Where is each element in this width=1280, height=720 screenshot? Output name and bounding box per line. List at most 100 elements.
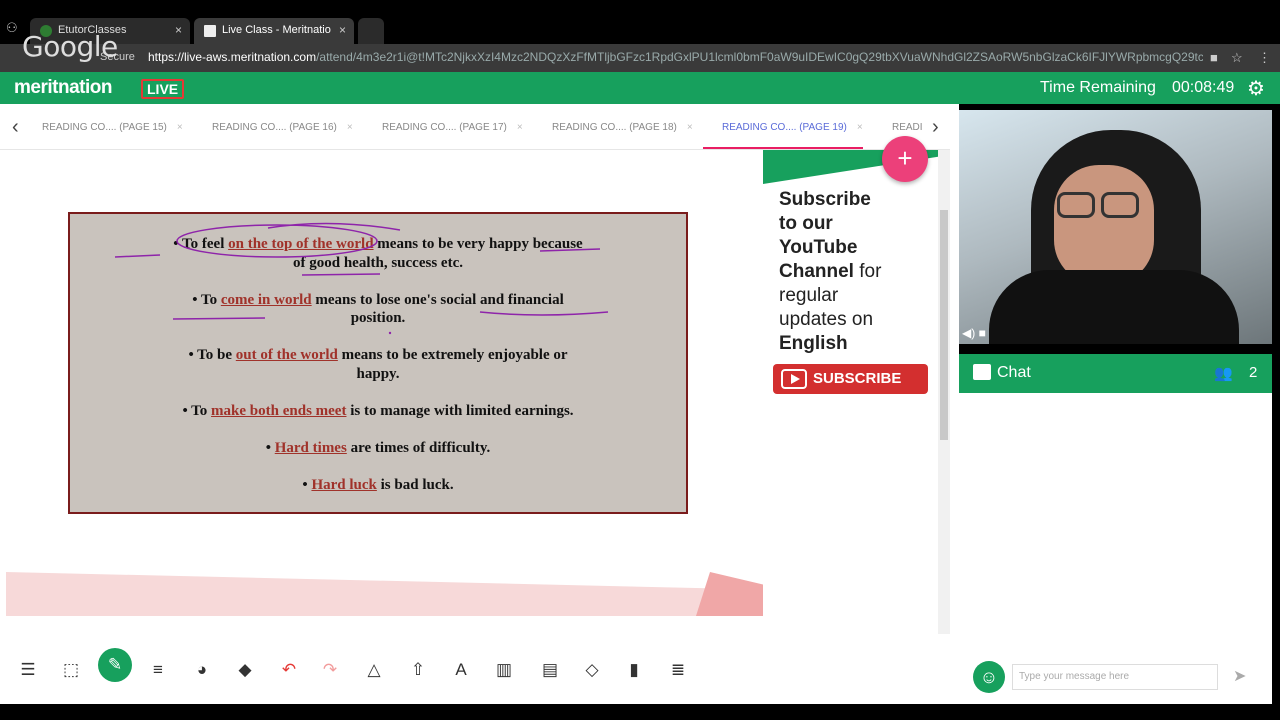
page-tab-19[interactable]: READING CO.... (PAGE 19) ×	[722, 122, 863, 133]
send-icon[interactable]: ➤	[1233, 666, 1246, 686]
panel-divider	[950, 104, 959, 704]
shapes-icon[interactable]: △	[362, 658, 386, 682]
speaker-icon[interactable]: ◀)	[962, 326, 975, 340]
active-tab-indicator	[703, 147, 863, 149]
page-tab-label: READING CO.... (PAGE 18)	[552, 122, 677, 133]
page-tab-label: READII	[892, 122, 922, 133]
subscribe-button[interactable]: SUBSCRIBE	[773, 364, 928, 394]
promo-line: updates on	[779, 309, 874, 330]
browser-tab-title: Live Class - Meritnatio	[222, 24, 331, 36]
undo-icon[interactable]: ↶	[277, 658, 301, 682]
menu-icon[interactable]: ≣	[666, 658, 690, 682]
close-icon[interactable]: ×	[175, 23, 182, 37]
emoji-button[interactable]: ☺	[973, 661, 1005, 693]
close-icon[interactable]: ×	[177, 122, 183, 133]
close-icon[interactable]: ×	[687, 122, 693, 133]
page-tab-label: READING CO.... (PAGE 17)	[382, 122, 507, 133]
page-tab-15[interactable]: READING CO.... (PAGE 15) ×	[42, 122, 183, 133]
video-figure-body	[989, 270, 1239, 344]
browser-tab-strip: ⚇ EtutorClasses × Live Class - Meritnati…	[0, 0, 1280, 44]
pen-annotations	[114, 222, 609, 335]
chat-header: Chat 👥 2	[959, 354, 1272, 393]
video-controls: ◀) ■	[962, 326, 986, 340]
video-camera-icon[interactable]: ■	[979, 326, 986, 340]
new-tab-button[interactable]	[358, 18, 384, 44]
page-tab-label: READING CO.... (PAGE 15)	[42, 122, 167, 133]
page-tab-17[interactable]: READING CO.... (PAGE 17) ×	[382, 122, 523, 133]
promo-text: Subscribe to our YouTube Channel for reg…	[779, 188, 929, 356]
close-icon[interactable]: ×	[339, 23, 346, 37]
url-host: https://live-aws.meritnation.com	[148, 50, 317, 64]
browser-tab-live-class[interactable]: Live Class - Meritnatio ×	[194, 18, 354, 44]
chat-messages-area	[959, 393, 1272, 704]
video-figure-face	[1054, 165, 1154, 285]
youtube-promo-panel: Subscribe to our YouTube Channel for reg…	[763, 150, 938, 620]
chevron-right-icon[interactable]: ›	[932, 116, 939, 139]
time-remaining-value: 00:08:49	[1172, 79, 1235, 96]
video-figure-glasses	[1101, 192, 1139, 218]
lines-icon[interactable]: ≡	[146, 658, 170, 682]
slide-footer-decoration	[6, 572, 766, 616]
add-page-button[interactable]: +	[882, 136, 928, 182]
whiteboard-panel: ‹ READING CO.... (PAGE 15) × READING CO..…	[0, 104, 950, 704]
camera-blocked-icon[interactable]: ■	[1210, 50, 1218, 65]
window-bottom-edge	[0, 704, 1280, 720]
eraser-icon[interactable]: ◇	[580, 658, 604, 682]
bookmark-star-icon[interactable]: ☆	[1231, 50, 1243, 66]
video-figure-glasses	[1057, 192, 1095, 218]
delete-icon[interactable]: ▮	[622, 658, 646, 682]
promo-line: Subscribe	[779, 189, 871, 210]
app-header: meritnation LIVE Time Remaining 00:08:49…	[0, 72, 1280, 104]
page-tabs-bar: ‹ READING CO.... (PAGE 15) × READING CO..…	[0, 104, 950, 150]
chart-icon[interactable]: ▥	[492, 658, 516, 682]
promo-line: Channel	[779, 261, 854, 282]
palette-icon[interactable]: ◕	[190, 658, 214, 682]
drawing-toolbar: ☰ ⬚ ✎ ≡ ◕ ◆ ↶ ↷ △ ⇧ A ▥ ▤ ◇ ▮ ≣	[0, 634, 950, 704]
upload-icon[interactable]: ⇧	[406, 658, 430, 682]
text-icon[interactable]: A	[449, 658, 473, 682]
participants-count: 2	[1249, 364, 1258, 381]
slide-footer-accent	[696, 572, 766, 616]
browser-menu-icon[interactable]: ⋮	[1258, 50, 1271, 66]
pen-icon[interactable]: ✎	[98, 648, 132, 682]
chat-title: Chat	[997, 364, 1031, 381]
select-icon[interactable]: ⬚	[59, 658, 83, 682]
page-favicon-icon	[204, 25, 216, 37]
incognito-icon: ⚇	[6, 20, 18, 35]
chevron-left-icon[interactable]: ‹	[12, 116, 19, 139]
page-tab-label: READING CO.... (PAGE 16)	[212, 122, 337, 133]
live-badge: LIVE	[141, 79, 185, 99]
address-bar[interactable]: https://live-aws.meritnation.com/attend/…	[148, 50, 1203, 64]
board-scrollbar[interactable]	[938, 150, 950, 636]
page-tab-18[interactable]: READING CO.... (PAGE 18) ×	[552, 122, 693, 133]
url-path: /attend/4m3e2r1i@t!MTc2NjkxXzI4Mzc2NDQzX…	[316, 50, 1203, 64]
browser-toolbar: Secure https://live-aws.meritnation.com/…	[0, 44, 1280, 72]
clipboard-icon[interactable]: ▤	[538, 658, 562, 682]
participants-icon[interactable]: 👥	[1214, 364, 1233, 382]
page-tab-next[interactable]: READII	[892, 122, 922, 133]
promo-line: to our	[779, 213, 833, 234]
list-icon[interactable]: ☰	[16, 658, 40, 682]
scroll-thumb[interactable]	[940, 210, 948, 440]
lesson-slide: • To feel on the top of the world means …	[68, 212, 688, 514]
gear-icon[interactable]: ⚙	[1247, 76, 1265, 101]
chat-message-input[interactable]: Type your message here	[1012, 664, 1218, 690]
promo-line: English	[779, 333, 848, 354]
teacher-video-feed: ◀) ■	[959, 110, 1272, 344]
brand-logo: meritnation	[14, 77, 112, 98]
fill-icon[interactable]: ◆	[233, 658, 257, 682]
redo-icon[interactable]: ↷	[318, 658, 342, 682]
subscribe-label: SUBSCRIBE	[813, 370, 902, 387]
google-watermark-logo: Google	[22, 30, 118, 63]
page-tab-16[interactable]: READING CO.... (PAGE 16) ×	[212, 122, 353, 133]
youtube-play-icon	[781, 369, 807, 389]
promo-line: regular	[779, 285, 839, 306]
close-icon[interactable]: ×	[347, 122, 353, 133]
promo-line: for	[853, 261, 882, 282]
page-tab-label: READING CO.... (PAGE 19)	[722, 122, 847, 133]
close-icon[interactable]: ×	[517, 122, 523, 133]
promo-line: YouTube	[779, 237, 858, 258]
chat-bubble-icon	[973, 364, 991, 380]
time-remaining-label: Time Remaining	[1040, 79, 1156, 96]
close-icon[interactable]: ×	[857, 122, 863, 133]
